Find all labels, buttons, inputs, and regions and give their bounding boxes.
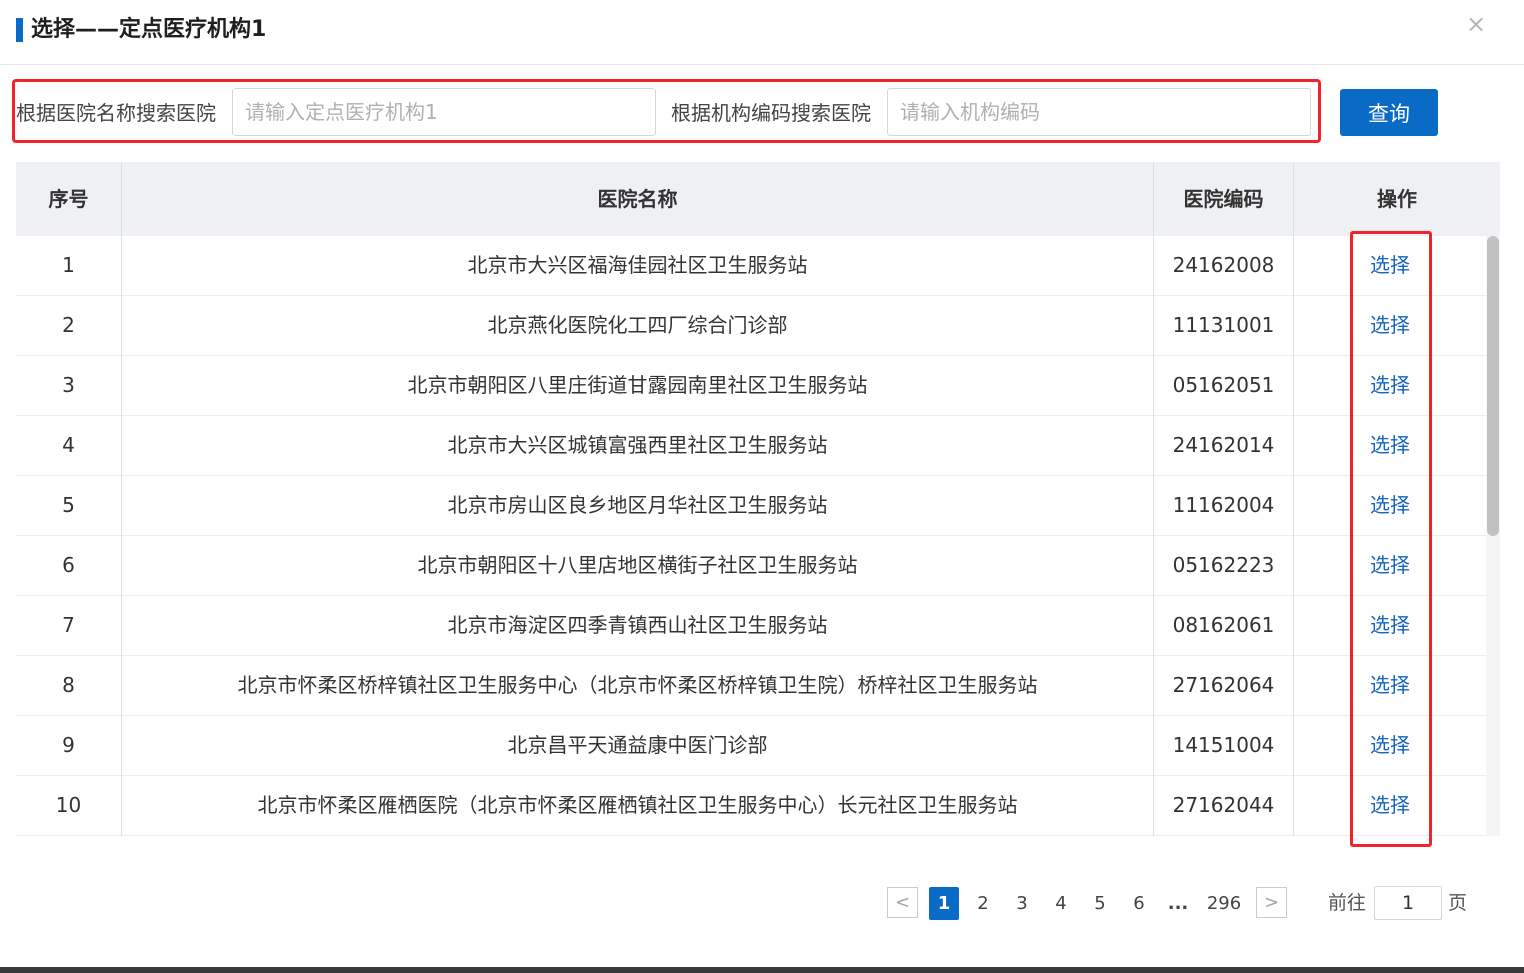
goto-prefix-label: 前往 bbox=[1328, 892, 1367, 914]
close-icon[interactable]: × bbox=[1462, 10, 1490, 38]
hospital-name-label: 根据医院名称搜索医院 bbox=[16, 101, 216, 125]
row-index: 1 bbox=[62, 253, 75, 277]
row-hospital-code: 11131001 bbox=[1172, 313, 1275, 337]
title-accent-bar bbox=[16, 18, 23, 42]
column-header-index: 序号 bbox=[48, 187, 89, 211]
row-hospital-name: 北京市海淀区四季青镇西山社区卫生服务站 bbox=[447, 613, 828, 637]
hospital-code-label: 根据机构编码搜索医院 bbox=[671, 101, 871, 125]
dialog-title: 选择——定点医疗机构1 bbox=[31, 17, 267, 42]
row-hospital-code: 05162223 bbox=[1172, 553, 1275, 577]
page-button-2[interactable]: 2 bbox=[971, 887, 995, 920]
page-button-1[interactable]: 1 bbox=[929, 887, 959, 920]
table-row: 7 北京市海淀区四季青镇西山社区卫生服务站 08162061 选择 bbox=[16, 596, 1486, 656]
row-hospital-name: 北京市怀柔区桥梓镇社区卫生服务中心（北京市怀柔区桥梓镇卫生院）桥梓社区卫生服务站 bbox=[237, 673, 1038, 697]
table-row: 6 北京市朝阳区十八里店地区横街子社区卫生服务站 05162223 选择 bbox=[16, 536, 1486, 596]
row-hospital-code: 24162014 bbox=[1172, 433, 1275, 457]
column-header-name: 医院名称 bbox=[597, 187, 678, 211]
row-hospital-name: 北京昌平天通益康中医门诊部 bbox=[507, 733, 768, 757]
bottom-edge-strip bbox=[0, 967, 1524, 973]
page-button-4[interactable]: 4 bbox=[1049, 887, 1073, 920]
page-button-3[interactable]: 3 bbox=[1010, 887, 1034, 920]
table-row: 4 北京市大兴区城镇富强西里社区卫生服务站 24162014 选择 bbox=[16, 416, 1486, 476]
row-hospital-code: 08162061 bbox=[1172, 613, 1275, 637]
row-hospital-name: 北京市房山区良乡地区月华社区卫生服务站 bbox=[447, 493, 828, 517]
goto-page-input[interactable] bbox=[1374, 886, 1442, 920]
table-scrollbar-thumb[interactable] bbox=[1487, 236, 1499, 536]
row-hospital-name: 北京市大兴区福海佳园社区卫生服务站 bbox=[467, 253, 808, 277]
query-button[interactable]: 查询 bbox=[1340, 89, 1438, 136]
table-row: 10 北京市怀柔区雁栖医院（北京市怀柔区雁栖镇社区卫生服务中心）长元社区卫生服务… bbox=[16, 776, 1486, 836]
column-divider bbox=[1293, 236, 1294, 836]
row-hospital-code: 24162008 bbox=[1172, 253, 1275, 277]
hospital-name-input[interactable] bbox=[232, 88, 656, 136]
row-hospital-code: 14151004 bbox=[1172, 733, 1275, 757]
action-column-highlight-box bbox=[1350, 231, 1432, 847]
row-index: 8 bbox=[62, 673, 75, 697]
row-hospital-name: 北京市大兴区城镇富强西里社区卫生服务站 bbox=[447, 433, 828, 457]
row-index: 9 bbox=[62, 733, 75, 757]
row-index: 4 bbox=[62, 433, 75, 457]
column-divider bbox=[1153, 236, 1154, 836]
row-index: 5 bbox=[62, 493, 75, 517]
row-index: 7 bbox=[62, 613, 75, 637]
next-page-button[interactable]: > bbox=[1256, 887, 1287, 918]
table-row: 1 北京市大兴区福海佳园社区卫生服务站 24162008 选择 bbox=[16, 236, 1486, 296]
row-index: 3 bbox=[62, 373, 75, 397]
column-header-action: 操作 bbox=[1377, 187, 1417, 211]
row-hospital-name: 北京燕化医院化工四厂综合门诊部 bbox=[487, 313, 788, 337]
column-divider bbox=[121, 236, 122, 836]
prev-page-button[interactable]: < bbox=[887, 887, 918, 918]
table-row: 2 北京燕化医院化工四厂综合门诊部 11131001 选择 bbox=[16, 296, 1486, 356]
row-hospital-code: 05162051 bbox=[1172, 373, 1275, 397]
table-row: 9 北京昌平天通益康中医门诊部 14151004 选择 bbox=[16, 716, 1486, 776]
row-hospital-name: 北京市朝阳区十八里店地区横街子社区卫生服务站 bbox=[417, 553, 858, 577]
hospital-select-dialog: 选择——定点医疗机构1 × 根据医院名称搜索医院 根据机构编码搜索医院 查询 序… bbox=[0, 0, 1524, 973]
row-index: 6 bbox=[62, 553, 75, 577]
page-button-6[interactable]: 6 bbox=[1127, 887, 1151, 920]
goto-suffix-label: 页 bbox=[1448, 892, 1468, 914]
table-header: 序号 医院名称 医院编码 操作 bbox=[16, 162, 1500, 236]
row-index: 2 bbox=[62, 313, 75, 337]
page-button-last[interactable]: 296 bbox=[1204, 887, 1244, 920]
row-hospital-code: 27162044 bbox=[1172, 793, 1275, 817]
table-row: 5 北京市房山区良乡地区月华社区卫生服务站 11162004 选择 bbox=[16, 476, 1486, 536]
table-row: 3 北京市朝阳区八里庄街道甘露园南里社区卫生服务站 05162051 选择 bbox=[16, 356, 1486, 416]
dialog-header: 选择——定点医疗机构1 × bbox=[0, 0, 1524, 65]
row-hospital-name: 北京市朝阳区八里庄街道甘露园南里社区卫生服务站 bbox=[407, 373, 868, 397]
row-hospital-code: 27162064 bbox=[1172, 673, 1275, 697]
row-index: 10 bbox=[55, 793, 82, 817]
column-header-code: 医院编码 bbox=[1183, 187, 1264, 211]
page-ellipsis[interactable]: ... bbox=[1164, 887, 1192, 920]
row-hospital-name: 北京市怀柔区雁栖医院（北京市怀柔区雁栖镇社区卫生服务中心）长元社区卫生服务站 bbox=[257, 793, 1018, 817]
table-row: 8 北京市怀柔区桥梓镇社区卫生服务中心（北京市怀柔区桥梓镇卫生院）桥梓社区卫生服… bbox=[16, 656, 1486, 716]
table-body: 1 北京市大兴区福海佳园社区卫生服务站 24162008 选择 2 北京燕化医院… bbox=[16, 236, 1486, 836]
hospital-code-input[interactable] bbox=[887, 88, 1311, 136]
row-hospital-code: 11162004 bbox=[1172, 493, 1275, 517]
page-button-5[interactable]: 5 bbox=[1088, 887, 1112, 920]
